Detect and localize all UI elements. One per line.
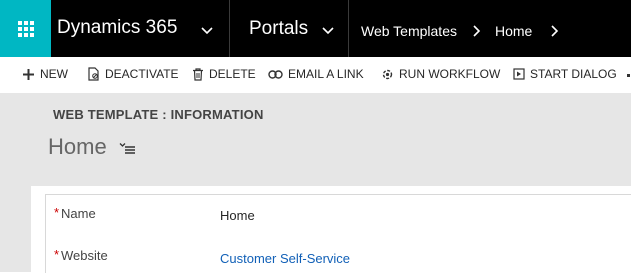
delete-button[interactable]: DELETE (192, 67, 256, 81)
app-launcher-button[interactable] (0, 0, 51, 57)
required-indicator: * (54, 247, 60, 262)
start-dialog-button[interactable]: START DIALOG (513, 67, 617, 81)
more-commands-icon[interactable] (627, 74, 630, 77)
required-indicator: * (54, 205, 60, 220)
email-a-link-button-label: EMAIL A LINK (288, 67, 364, 81)
app-name[interactable]: Dynamics 365 (57, 17, 177, 39)
new-button-label: NEW (40, 67, 68, 81)
entity-form-label: WEB TEMPLATE : INFORMATION (53, 107, 264, 122)
nav-divider (348, 0, 349, 57)
link-icon (268, 69, 283, 79)
name-field-value[interactable]: Home (220, 208, 255, 223)
chevron-right-icon[interactable] (551, 25, 559, 37)
email-a-link-button[interactable]: EMAIL A LINK (268, 67, 364, 81)
breadcrumb-entity[interactable]: Web Templates (361, 23, 457, 39)
run-workflow-button-label: RUN WORKFLOW (399, 67, 501, 81)
website-lookup-link[interactable]: Customer Self-Service (220, 251, 350, 266)
website-field-label: Website (61, 248, 108, 263)
start-dialog-button-label: START DIALOG (530, 67, 617, 81)
area-name[interactable]: Portals (249, 18, 308, 40)
workflow-icon (382, 69, 393, 79)
form-selector-icon[interactable] (119, 142, 136, 154)
delete-button-label: DELETE (209, 67, 256, 81)
chevron-down-icon[interactable] (322, 27, 334, 35)
name-field-label: Name (61, 206, 96, 221)
deactivate-icon (88, 67, 99, 81)
run-workflow-button[interactable]: RUN WORKFLOW (381, 67, 500, 81)
breadcrumb-record[interactable]: Home (495, 23, 532, 39)
dialog-icon (513, 68, 525, 80)
trash-icon (193, 67, 203, 81)
nav-divider (229, 0, 230, 57)
chevron-down-icon[interactable] (201, 27, 213, 35)
chevron-right-icon (473, 25, 481, 37)
top-nav-bar: Dynamics 365 Portals Web Templates Home (0, 0, 631, 57)
command-bar: NEW DEACTIVATE DELETE EMAIL A LINK RUN W… (0, 57, 631, 93)
deactivate-button-label: DEACTIVATE (105, 67, 179, 81)
plus-icon (23, 68, 34, 80)
new-button[interactable]: NEW (22, 67, 68, 81)
waffle-icon (17, 20, 34, 37)
deactivate-button[interactable]: DEACTIVATE (88, 67, 179, 81)
record-title: Home (48, 134, 107, 159)
